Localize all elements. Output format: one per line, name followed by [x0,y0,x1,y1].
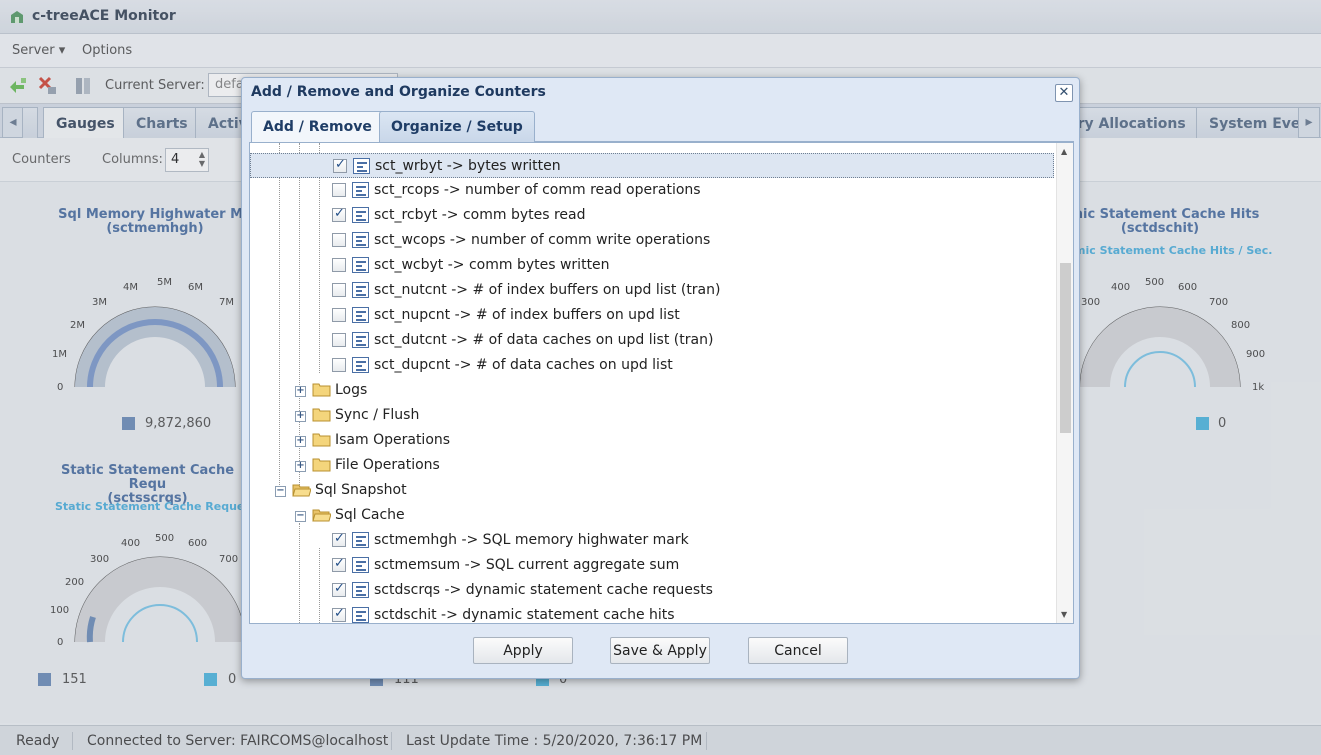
tree-item-counter[interactable]: sct_rcops -> number of comm read operati… [250,178,1054,203]
tree-item-counter[interactable]: sct_rcbyt -> comm bytes read [250,203,1054,228]
tree-item-label: sctdscrqs -> dynamic statement cache req… [374,582,713,598]
counter-icon [352,357,369,373]
tree-item-counter[interactable]: sct_dutcnt -> # of data caches on upd li… [250,328,1054,353]
tree-item-label: sct_rcops -> number of comm read operati… [374,182,701,198]
tree-item-label: sct_nutcnt -> # of index buffers on upd … [374,282,721,298]
tree-scrollbar[interactable]: ▲ ▼ [1056,143,1073,623]
counters-dialog: Add / Remove and Organize Counters ✕ Add… [241,77,1080,679]
counter-icon [352,582,369,598]
folder-icon [312,383,331,397]
tree-folder[interactable]: + File Operations [250,453,1054,478]
checkbox[interactable] [332,206,346,222]
checkbox[interactable] [333,157,347,173]
folder-open-icon [312,509,331,522]
folder-open-icon [292,484,311,497]
tree-item-counter[interactable]: sctmemhgh -> SQL memory highwater mark [250,528,1054,553]
expand-icon[interactable]: + [295,436,306,447]
checkbox[interactable] [332,233,346,247]
counter-icon [352,182,369,198]
checkbox[interactable] [332,581,346,597]
save-apply-button[interactable]: Save & Apply [610,637,710,664]
cancel-button[interactable]: Cancel [748,637,848,664]
counter-icon [352,232,369,248]
folder-icon [312,458,331,472]
tree-folder[interactable]: − Sql Cache [250,503,1054,528]
collapse-icon[interactable]: − [275,486,286,497]
expand-icon[interactable]: + [295,411,306,422]
tree-item-label: sct_wcbyt -> comm bytes written [374,257,610,273]
checkbox[interactable] [332,283,346,297]
tree-folder[interactable]: + Sync / Flush [250,403,1054,428]
tree-folder-label: Sql Cache [335,507,405,523]
counter-icon [352,257,369,273]
collapse-icon[interactable]: − [295,511,306,522]
tree-item-label: sct_wcops -> number of comm write operat… [374,232,711,248]
tree-item-counter[interactable]: sct_nutcnt -> # of index buffers on upd … [250,278,1054,303]
counter-tree[interactable]: sct_wrbyt -> bytes written sct_rcops -> n… [249,142,1074,624]
tree-item-counter[interactable]: sct_nupcnt -> # of index buffers on upd … [250,303,1054,328]
dialog-tabs: Add / Remove Organize / Setup [251,111,1074,143]
tree-folder-label: Isam Operations [335,432,451,448]
tree-folder-label: File Operations [335,457,440,473]
checkbox[interactable] [332,258,346,272]
counter-icon [352,282,369,298]
tree-item-label: sctmemhgh -> SQL memory highwater mark [374,532,689,548]
counter-icon [352,332,369,348]
scroll-down-icon[interactable]: ▼ [1061,610,1067,619]
tree-item-label: sct_nupcnt -> # of index buffers on upd … [374,307,680,323]
checkbox[interactable] [332,308,346,322]
tree-item-label: sct_rcbyt -> comm bytes read [374,207,586,223]
scroll-up-icon[interactable]: ▲ [1061,147,1067,156]
tree-folder[interactable]: − Sql Snapshot [250,478,1054,503]
tab-add-remove[interactable]: Add / Remove [251,111,384,143]
tree-item-label: sct_dupcnt -> # of data caches on upd li… [374,357,673,373]
dialog-title: Add / Remove and Organize Counters [251,84,546,100]
tree-item-label: sctdschit -> dynamic statement cache hit… [374,607,675,623]
counter-icon [353,158,370,174]
tree-item-counter[interactable]: sct_wcops -> number of comm write operat… [250,228,1054,253]
expand-icon[interactable]: + [295,461,306,472]
checkbox[interactable] [332,606,346,622]
close-icon[interactable]: ✕ [1055,84,1073,102]
tree-item-label: sct_dutcnt -> # of data caches on upd li… [374,332,714,348]
checkbox[interactable] [332,556,346,572]
tree-item-counter[interactable]: sctmemsum -> SQL current aggregate sum [250,553,1054,578]
counter-icon [352,307,369,323]
tree-folder-label: Sync / Flush [335,407,420,423]
tree-folder[interactable]: + Isam Operations [250,428,1054,453]
counter-icon [352,207,369,223]
apply-button[interactable]: Apply [473,637,573,664]
counter-icon [352,607,369,623]
tree-item-counter[interactable]: sct_wrbyt -> bytes written [250,153,1054,178]
folder-icon [312,408,331,422]
checkbox[interactable] [332,333,346,347]
checkbox[interactable] [332,358,346,372]
tree-item-counter[interactable]: sct_wcbyt -> comm bytes written [250,253,1054,278]
tree-item-label: sctmemsum -> SQL current aggregate sum [374,557,680,573]
scroll-thumb[interactable] [1060,263,1071,433]
tree-folder-label: Logs [335,382,368,398]
tree-item-label: sct_wrbyt -> bytes written [375,158,561,174]
tree-item-counter[interactable]: sct_dupcnt -> # of data caches on upd li… [250,353,1054,378]
tree-item-counter[interactable]: sctdscrqs -> dynamic statement cache req… [250,578,1054,603]
tree-folder[interactable]: + Logs [250,378,1054,403]
tab-organize-setup[interactable]: Organize / Setup [379,111,535,142]
counter-icon [352,557,369,573]
tree-folder-label: Sql Snapshot [315,482,407,498]
folder-icon [312,433,331,447]
expand-icon[interactable]: + [295,386,306,397]
tree-item-counter[interactable]: sctdschit -> dynamic statement cache hit… [250,603,1054,623]
checkbox[interactable] [332,183,346,197]
checkbox[interactable] [332,531,346,547]
counter-icon [352,532,369,548]
